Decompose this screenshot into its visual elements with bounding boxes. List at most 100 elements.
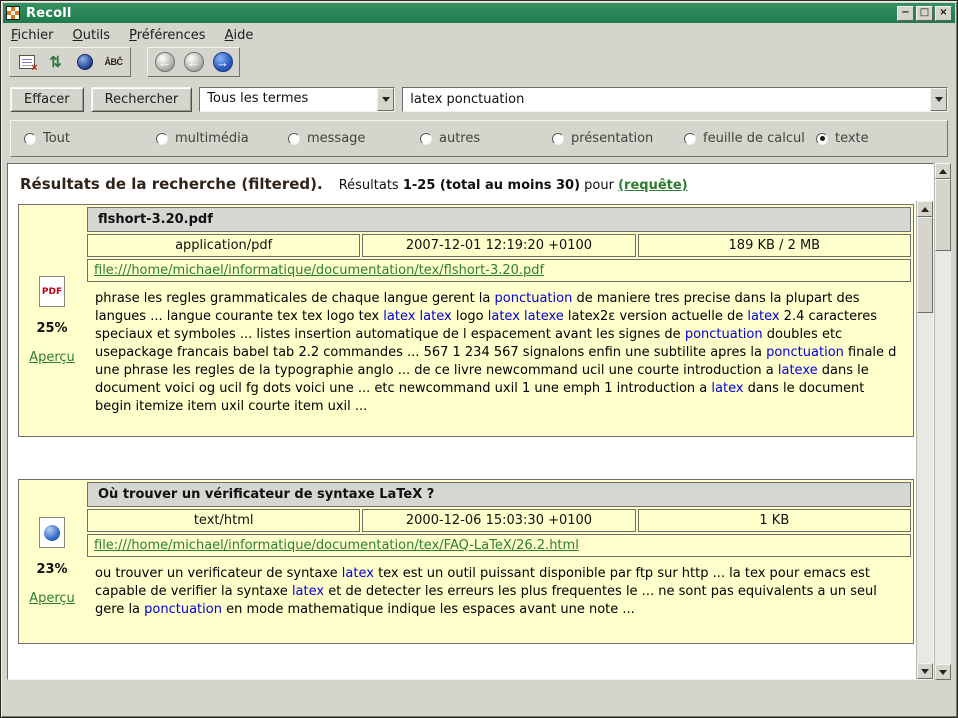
relevance-percent: 23% bbox=[36, 562, 67, 577]
scrollbar-track[interactable] bbox=[917, 217, 933, 663]
result-title: Où trouver un vérificateur de syntaxe La… bbox=[87, 482, 911, 507]
mode-dropdown-button[interactable] bbox=[377, 88, 394, 111]
toolbar-group-tools: ⇅ ÂBĈ bbox=[9, 47, 131, 77]
results-summary: Résultats 1-25 (total au moins 30) pour … bbox=[339, 178, 688, 193]
titlebar[interactable]: Recoll − □ × bbox=[3, 3, 955, 23]
result-url-row: file:///home/michael/informatique/docume… bbox=[87, 534, 911, 557]
scroll-up-button[interactable] bbox=[935, 163, 951, 179]
highlighted-term: latex bbox=[292, 584, 324, 599]
highlighted-term: latex bbox=[747, 309, 779, 324]
category-filter-panel: Tout multimédia message autres présentat… bbox=[10, 120, 948, 157]
close-button[interactable]: × bbox=[935, 6, 952, 21]
chevron-down-icon bbox=[382, 97, 390, 102]
result-item: 23% Aperçu Où trouver un vérificateur de… bbox=[18, 479, 914, 644]
radio-icon bbox=[816, 133, 828, 145]
highlighted-term: ponctuation bbox=[144, 602, 222, 617]
scroll-down-button[interactable] bbox=[935, 664, 951, 680]
update-index-icon: ⇅ bbox=[49, 55, 62, 70]
result-detail: Où trouver un vérificateur de syntaxe La… bbox=[85, 480, 913, 643]
result-item: PDF 25% Aperçu flshort-3.20.pdf applicat… bbox=[18, 204, 914, 437]
minimize-button[interactable]: − bbox=[897, 6, 914, 21]
result-date: 2007-12-01 12:19:20 +0100 bbox=[362, 234, 635, 257]
results-header: Résultats de la recherche (filtered). Rés… bbox=[8, 164, 933, 201]
result-side-panel: 23% Aperçu bbox=[19, 480, 85, 643]
clear-button[interactable]: Effacer bbox=[10, 87, 84, 112]
search-controls: Effacer Rechercher Tous les termes bbox=[1, 79, 957, 114]
menu-fichier[interactable]: Fichier bbox=[11, 28, 54, 43]
result-meta-row: text/html 2000-12-06 15:03:30 +0100 1 KB bbox=[87, 509, 911, 532]
result-title: flshort-3.20.pdf bbox=[87, 207, 911, 232]
result-list: PDF 25% Aperçu flshort-3.20.pdf applicat… bbox=[8, 201, 933, 679]
recoll-window: Recoll − □ × Fichier Outils Préférences … bbox=[0, 0, 958, 718]
filter-radio-autres[interactable]: autres bbox=[420, 131, 552, 146]
sort-by-dates-icon bbox=[77, 54, 93, 70]
radio-icon bbox=[420, 133, 432, 145]
window-title: Recoll bbox=[26, 6, 895, 21]
results-view-scrollbar[interactable] bbox=[934, 163, 951, 680]
search-query-input[interactable] bbox=[403, 88, 930, 111]
scroll-up-button[interactable] bbox=[917, 201, 933, 217]
snippet-text: ou trouver un verificateur de syntaxe bbox=[95, 566, 342, 581]
result-meta-row: application/pdf 2007-12-01 12:19:20 +010… bbox=[87, 234, 911, 257]
search-button[interactable]: Rechercher bbox=[91, 87, 193, 112]
next-page-button[interactable]: → bbox=[209, 50, 236, 74]
highlighted-term: latex latex bbox=[383, 309, 451, 324]
update-index-button[interactable]: ⇅ bbox=[42, 50, 69, 74]
search-query-combo[interactable] bbox=[402, 87, 948, 112]
highlighted-term: ponctuation bbox=[495, 291, 573, 306]
result-snippet: phrase les regles grammaticales de chaqu… bbox=[87, 284, 911, 434]
arrow-up-icon bbox=[921, 207, 929, 212]
result-side-panel: PDF 25% Aperçu bbox=[19, 205, 85, 436]
scrollbar-track[interactable] bbox=[935, 179, 951, 664]
highlighted-term: latex bbox=[711, 381, 743, 396]
filter-radio-texte[interactable]: texte bbox=[816, 131, 869, 146]
clear-search-icon bbox=[19, 55, 35, 69]
filter-radio-tout[interactable]: Tout bbox=[24, 131, 156, 146]
result-url-link[interactable]: file:///home/michael/informatique/docume… bbox=[94, 263, 544, 278]
result-list-scrollbar[interactable] bbox=[916, 201, 933, 679]
radio-icon bbox=[552, 133, 564, 145]
clear-search-button[interactable] bbox=[13, 50, 40, 74]
menu-preferences[interactable]: Préférences bbox=[129, 28, 205, 43]
term-explorer-button[interactable]: ÂBĈ bbox=[100, 50, 127, 74]
search-mode-select[interactable]: Tous les termes bbox=[199, 87, 395, 112]
results-area: Résultats de la recherche (filtered). Rés… bbox=[7, 163, 951, 680]
menu-aide[interactable]: Aide bbox=[225, 28, 254, 43]
preview-link[interactable]: Aperçu bbox=[29, 350, 75, 365]
recoll-app-icon bbox=[6, 6, 20, 20]
radio-icon bbox=[684, 133, 696, 145]
maximize-button[interactable]: □ bbox=[916, 6, 933, 21]
menu-outils[interactable]: Outils bbox=[73, 28, 111, 43]
scrollbar-thumb[interactable] bbox=[935, 179, 951, 251]
radio-icon bbox=[24, 133, 36, 145]
snippet-text: phrase les regles grammaticales de chaqu… bbox=[95, 291, 495, 306]
arrow-up-icon bbox=[939, 169, 947, 174]
query-details-link[interactable]: (requête) bbox=[618, 178, 688, 193]
result-date: 2000-12-06 15:03:30 +0100 bbox=[362, 509, 635, 532]
filter-radio-multimedia[interactable]: multimédia bbox=[156, 131, 288, 146]
highlighted-term: ponctuation bbox=[685, 327, 763, 342]
scrollbar-thumb[interactable] bbox=[917, 217, 933, 313]
menubar: Fichier Outils Préférences Aide bbox=[1, 23, 957, 45]
first-page-button[interactable]: ← bbox=[151, 50, 178, 74]
html-file-icon bbox=[39, 517, 65, 548]
filter-radio-feuille-de-calcul[interactable]: feuille de calcul bbox=[684, 131, 816, 146]
chevron-down-icon bbox=[935, 97, 943, 102]
next-page-icon: → bbox=[213, 52, 233, 72]
query-history-dropdown-button[interactable] bbox=[930, 88, 947, 111]
highlighted-term: latexe bbox=[778, 363, 818, 378]
results-title: Résultats de la recherche (filtered). bbox=[20, 175, 323, 193]
arrow-down-icon bbox=[939, 670, 947, 675]
preview-link[interactable]: Aperçu bbox=[29, 591, 75, 606]
snippet-text: logo bbox=[452, 309, 488, 324]
previous-page-button[interactable]: ← bbox=[180, 50, 207, 74]
scroll-down-button[interactable] bbox=[917, 663, 933, 679]
radio-icon bbox=[288, 133, 300, 145]
highlighted-term: latex latexe bbox=[488, 309, 564, 324]
filter-radio-presentation[interactable]: présentation bbox=[552, 131, 684, 146]
relevance-percent: 25% bbox=[36, 321, 67, 336]
pdf-file-icon: PDF bbox=[39, 276, 65, 307]
filter-radio-message[interactable]: message bbox=[288, 131, 420, 146]
result-url-link[interactable]: file:///home/michael/informatique/docume… bbox=[94, 538, 579, 553]
sort-by-dates-button[interactable] bbox=[71, 50, 98, 74]
